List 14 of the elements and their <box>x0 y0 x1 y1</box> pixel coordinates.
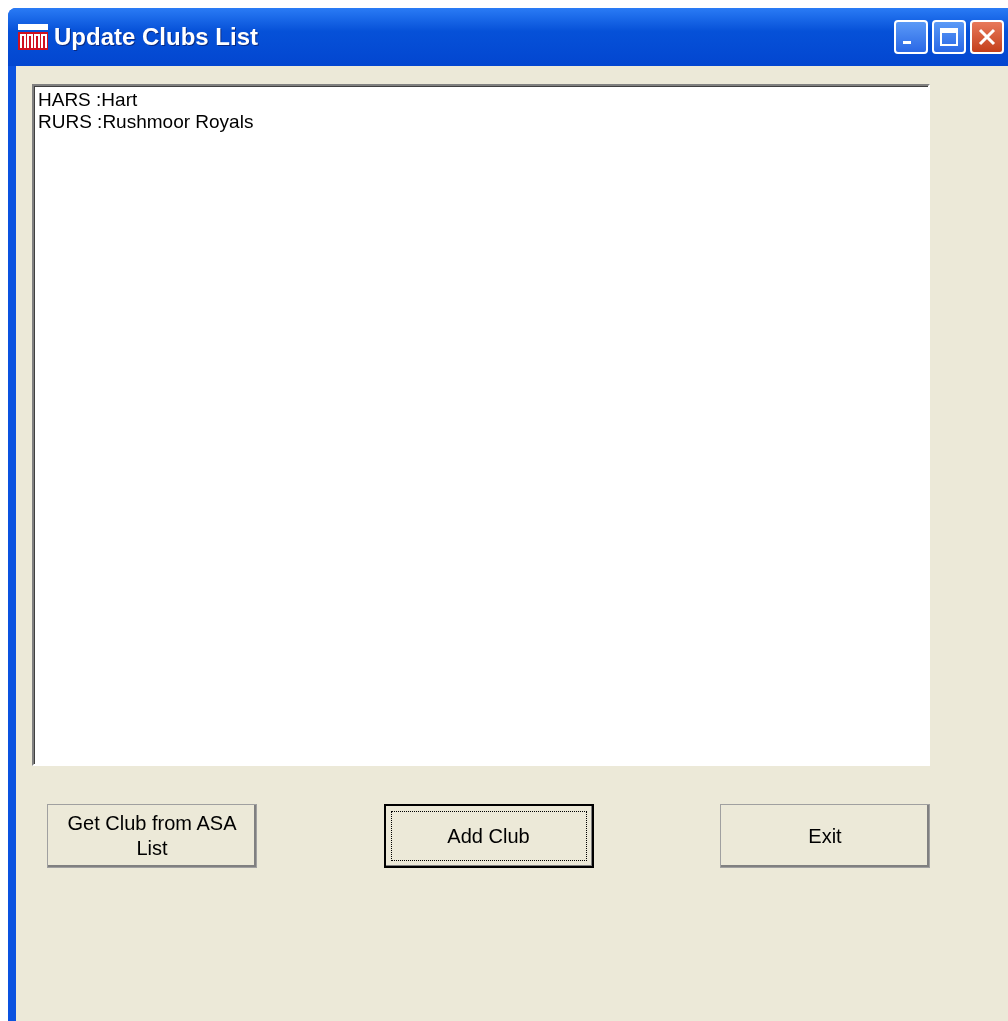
minimize-icon <box>903 40 911 44</box>
maximize-button[interactable] <box>932 20 966 54</box>
maximize-icon <box>939 27 959 47</box>
close-icon <box>977 27 997 47</box>
list-item[interactable]: RURS :Rushmoor Royals <box>38 111 924 133</box>
app-icon <box>18 24 48 50</box>
minimize-button[interactable] <box>894 20 928 54</box>
list-item[interactable]: HARS :Hart <box>38 89 924 111</box>
clubs-list[interactable]: HARS :Hart RURS :Rushmoor Royals <box>32 84 930 766</box>
add-club-button[interactable]: Add Club <box>383 804 594 868</box>
exit-button[interactable]: Exit <box>720 804 930 868</box>
window-title: Update Clubs List <box>54 23 259 51</box>
close-button[interactable] <box>970 20 1004 54</box>
get-club-button[interactable]: Get Club from ASA List <box>47 804 257 868</box>
